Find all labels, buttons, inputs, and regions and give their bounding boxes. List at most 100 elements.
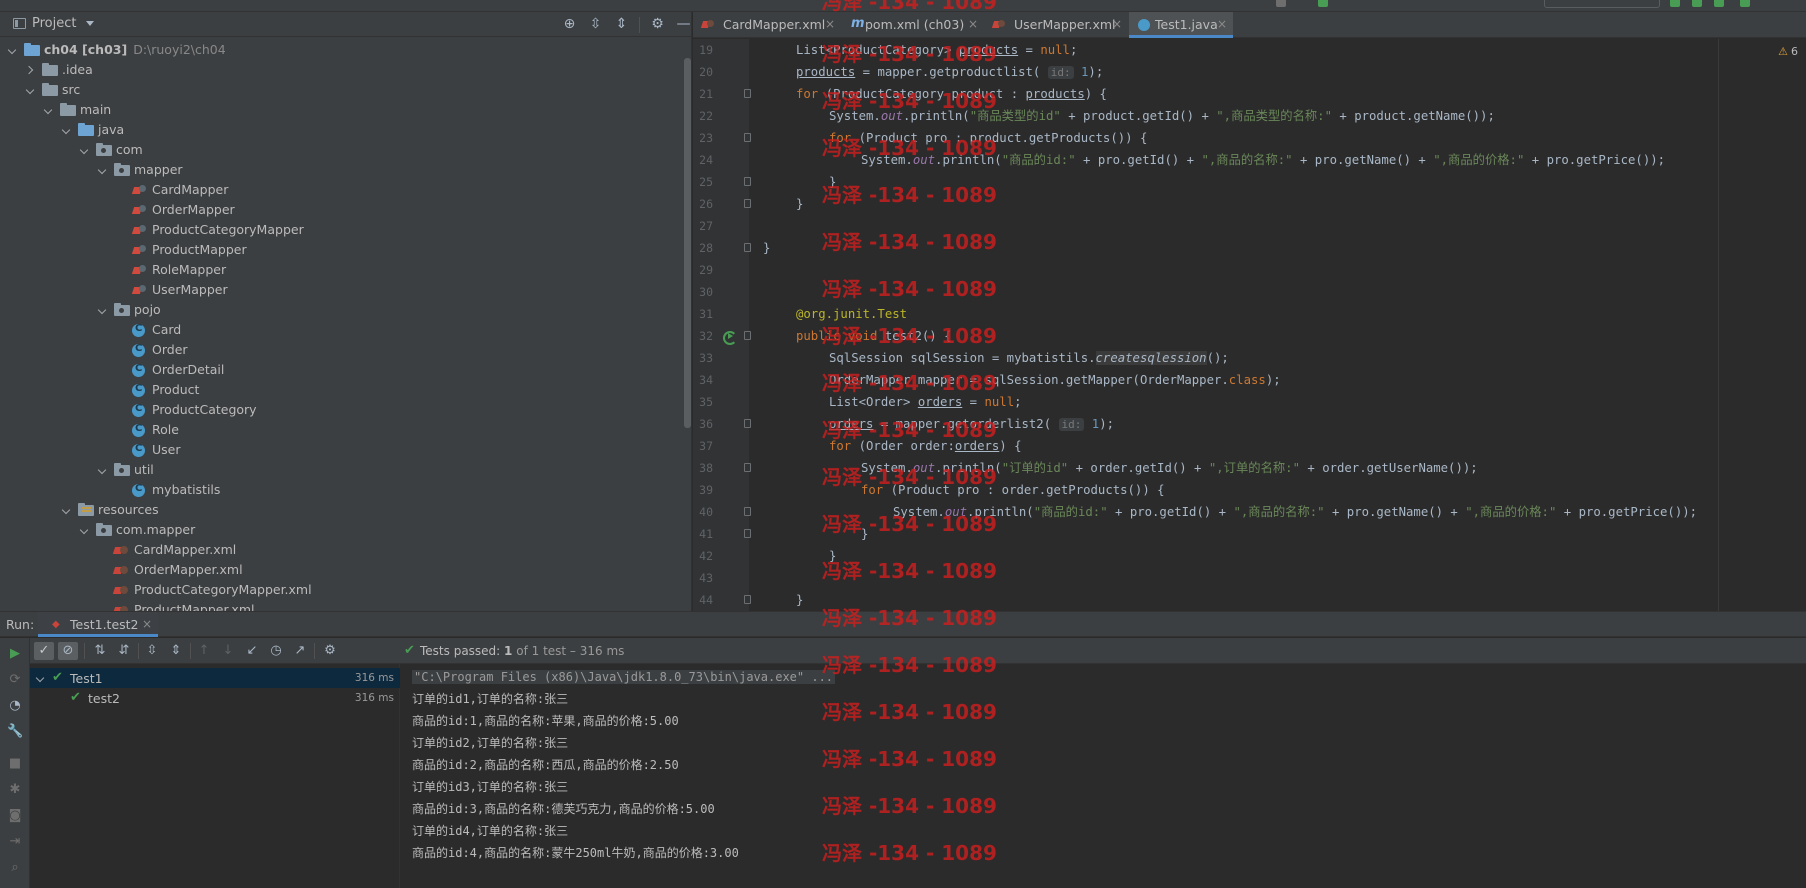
tree-item[interactable]: RoleMapper xyxy=(0,260,680,280)
tree-item[interactable]: main xyxy=(0,100,680,120)
previous-failed-icon[interactable]: ↑ xyxy=(194,642,214,660)
fold-marker-icon[interactable] xyxy=(744,199,751,208)
project-view-selector[interactable]: Project xyxy=(13,16,95,31)
fold-marker-icon[interactable] xyxy=(744,595,751,604)
tree-item[interactable]: OrderDetail xyxy=(0,360,680,380)
editor-gutter[interactable]: 19 20 21 22 23 24 25 26 27 28 29 30 31 3… xyxy=(693,39,751,611)
coverage-icon[interactable] xyxy=(1714,0,1724,7)
tree-item[interactable]: resources xyxy=(0,500,680,520)
locate-file-icon[interactable]: ⊕ xyxy=(561,16,578,33)
tree-item[interactable]: ProductMapper.xml xyxy=(0,600,680,611)
console-output[interactable]: "C:\Program Files (x86)\Java\jdk1.8.0_73… xyxy=(400,664,1806,888)
tree-item[interactable]: com.mapper xyxy=(0,520,680,540)
fold-marker-icon[interactable] xyxy=(744,463,751,472)
rebuild-icon[interactable] xyxy=(1318,0,1328,7)
close-icon[interactable]: × xyxy=(968,17,978,31)
tree-item[interactable]: pojo xyxy=(0,300,680,320)
expand-all-icon[interactable]: ⇳ xyxy=(142,642,162,660)
run-tab-test1-test2[interactable]: ◆ Test1.test2 × xyxy=(38,612,158,637)
chevron-down-icon[interactable] xyxy=(8,45,18,55)
fold-marker-icon[interactable] xyxy=(744,177,751,186)
toggle-auto-test-icon[interactable]: ◔ xyxy=(7,698,23,714)
exit-icon[interactable]: ⇥ xyxy=(7,834,23,850)
fold-marker-icon[interactable] xyxy=(744,331,751,340)
build-icon[interactable] xyxy=(1276,0,1286,7)
tab-test1-java[interactable]: Test1.java × xyxy=(1129,12,1233,38)
tree-item[interactable]: ProductCategoryMapper xyxy=(0,220,680,240)
gear-icon[interactable]: ⚙ xyxy=(320,642,340,660)
hide-panel-icon[interactable]: — xyxy=(675,16,691,33)
profile-icon[interactable] xyxy=(1740,0,1750,7)
debug-icon[interactable] xyxy=(1692,0,1702,7)
fold-marker-icon[interactable] xyxy=(744,133,751,142)
test-row-test2[interactable]: ✔ test2 316 ms xyxy=(30,688,400,708)
export-icon[interactable]: ↗ xyxy=(290,642,310,660)
wrench-icon[interactable]: 🔧 xyxy=(7,724,23,740)
close-icon[interactable]: × xyxy=(142,617,152,631)
chevron-right-icon[interactable] xyxy=(26,65,36,75)
tree-item[interactable]: OrderMapper.xml xyxy=(0,560,680,580)
tree-item[interactable]: com xyxy=(0,140,680,160)
tab-usermapper-xml[interactable]: UserMapper.xml × xyxy=(984,12,1128,38)
sort-by-duration-icon[interactable]: ⇵ xyxy=(114,642,134,660)
test-row-test1[interactable]: ✔ Test1 316 ms xyxy=(30,668,400,688)
project-tree-scrollbar[interactable] xyxy=(684,58,691,428)
fold-marker-icon[interactable] xyxy=(744,529,751,538)
search-icon[interactable]: ⌕ xyxy=(7,860,23,876)
chevron-down-icon[interactable] xyxy=(80,525,90,535)
chevron-down-icon[interactable] xyxy=(36,673,46,683)
tree-item[interactable]: CardMapper xyxy=(0,180,680,200)
chevron-down-icon[interactable] xyxy=(26,85,36,95)
show-ignored-icon[interactable]: ⊘ xyxy=(58,642,78,660)
tree-item[interactable]: User xyxy=(0,440,680,460)
sort-alphabetically-icon[interactable]: ⇅ xyxy=(90,642,110,660)
java-command[interactable]: "C:\Program Files (x86)\Java\jdk1.8.0_73… xyxy=(412,670,836,684)
chevron-down-icon[interactable] xyxy=(80,145,90,155)
next-failed-icon[interactable]: ↓ xyxy=(218,642,238,660)
collapse-all-icon[interactable]: ⇕ xyxy=(166,642,186,660)
rerun-icon[interactable]: ▶ xyxy=(7,646,23,662)
tree-item[interactable]: src xyxy=(0,80,680,100)
fold-marker-icon[interactable] xyxy=(744,243,751,252)
fold-marker-icon[interactable] xyxy=(744,419,751,428)
stop-icon[interactable]: ■ xyxy=(7,756,23,772)
history-icon[interactable]: ◷ xyxy=(266,642,286,660)
chevron-down-icon[interactable] xyxy=(62,505,72,515)
close-icon[interactable]: × xyxy=(825,17,835,31)
tree-item[interactable]: mybatistils xyxy=(0,480,680,500)
tab-cardmapper-xml[interactable]: CardMapper.xml × xyxy=(693,12,841,38)
debug-bug-icon[interactable]: ✱ xyxy=(7,782,23,798)
tree-item[interactable]: util xyxy=(0,460,680,480)
tree-item[interactable]: mapper xyxy=(0,160,680,180)
tree-item[interactable]: Card xyxy=(0,320,680,340)
fold-marker-icon[interactable] xyxy=(744,507,751,516)
tree-item[interactable]: UserMapper xyxy=(0,280,680,300)
tree-item[interactable]: Product xyxy=(0,380,680,400)
run-icon[interactable] xyxy=(1670,0,1680,7)
tree-item[interactable]: ch04 [ch03] D:\ruoyi2\ch04 xyxy=(0,40,680,60)
run-configuration-selector[interactable] xyxy=(1544,0,1660,8)
code-area[interactable]: List<ProductCategory> products = null; p… xyxy=(763,39,1806,611)
tree-item[interactable]: ProductCategoryMapper.xml xyxy=(0,580,680,600)
tree-item[interactable]: ProductMapper xyxy=(0,240,680,260)
chevron-down-icon[interactable] xyxy=(44,105,54,115)
close-icon[interactable]: × xyxy=(1112,17,1122,31)
camera-icon[interactable]: ◙ xyxy=(7,808,23,824)
tree-item[interactable]: .idea xyxy=(0,60,680,80)
tree-item[interactable]: Role xyxy=(0,420,680,440)
chevron-down-icon[interactable] xyxy=(98,165,108,175)
collapse-all-icon[interactable]: ⇕ xyxy=(613,16,630,33)
import-tests-icon[interactable]: ↙ xyxy=(242,642,262,660)
gear-icon[interactable]: ⚙ xyxy=(649,16,666,33)
tree-item[interactable]: OrderMapper xyxy=(0,200,680,220)
tab-pom-xml[interactable]: m pom.xml (ch03) × xyxy=(841,12,984,38)
tree-item[interactable]: ProductCategory xyxy=(0,400,680,420)
expand-all-icon[interactable]: ⇳ xyxy=(587,16,604,33)
chevron-down-icon[interactable] xyxy=(62,125,72,135)
rerun-test-gutter-icon[interactable] xyxy=(722,330,737,345)
show-passed-icon[interactable]: ✓ xyxy=(34,642,54,660)
tree-item[interactable]: CardMapper.xml xyxy=(0,540,680,560)
chevron-down-icon[interactable] xyxy=(98,465,108,475)
fold-marker-icon[interactable] xyxy=(744,89,751,98)
chevron-down-icon[interactable] xyxy=(98,305,108,315)
